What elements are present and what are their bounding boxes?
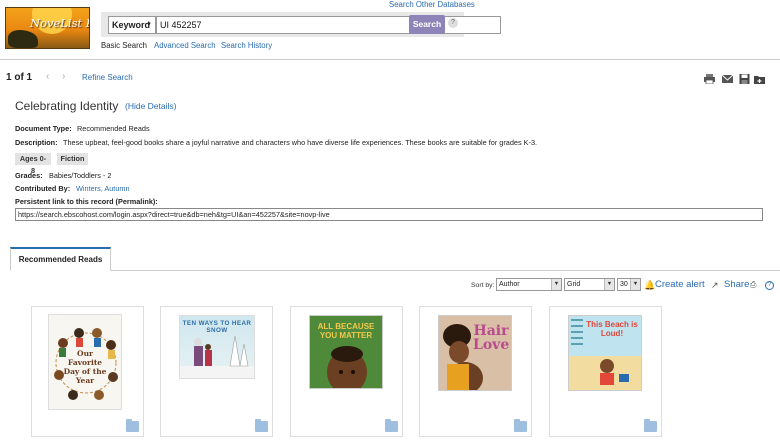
book-cover-image[interactable]: ALL BECAUSE YOU MATTER: [309, 315, 383, 389]
create-alert-link[interactable]: Create alert: [655, 279, 705, 290]
add-to-folder-icon[interactable]: [255, 419, 268, 432]
add-to-folder-icon[interactable]: [514, 419, 527, 432]
help-icon[interactable]: ?: [448, 18, 458, 28]
share-link[interactable]: Share: [724, 279, 749, 290]
view-select-value: Grid: [567, 281, 581, 288]
book-cover-image[interactable]: Our Favorite Day of the Year: [48, 314, 122, 410]
document-type-label: Document Type:: [15, 124, 72, 133]
result-page-count: 1 of 1: [6, 72, 33, 83]
grades-label: Grades:: [15, 171, 43, 180]
book-card[interactable]: This Beach is Loud!: [549, 306, 662, 437]
tab-recommended-reads[interactable]: Recommended Reads: [10, 247, 111, 271]
basic-search-link[interactable]: Basic Search: [101, 41, 147, 50]
book-card[interactable]: TEN WAYS TO HEAR SNOW: [160, 306, 273, 437]
bell-icon[interactable]: 🔔: [644, 280, 655, 290]
grades-value: Babies/Toddlers - 2: [49, 171, 112, 180]
chevron-down-icon: ▼: [146, 22, 152, 28]
book-cover-title: TEN WAYS TO HEAR SNOW: [182, 320, 252, 334]
novelist-plus-logo[interactable]: NoveList Plus: [5, 7, 90, 49]
search-field-select[interactable]: Keyword ▼: [108, 16, 156, 34]
advanced-search-link[interactable]: Advanced Search: [154, 41, 216, 50]
help-icon[interactable]: ?: [765, 281, 774, 290]
sort-select[interactable]: Author ▼: [496, 278, 562, 291]
app-header: NoveList Plus Search Other Databases Key…: [0, 0, 780, 60]
book-cover-title: Hair Love: [473, 323, 510, 353]
per-page-value: 30: [620, 281, 628, 288]
sort-by-label: Sort by:: [471, 282, 495, 289]
book-cover-title: ALL BECAUSE YOU MATTER: [317, 322, 375, 340]
previous-result-icon[interactable]: ‹: [46, 71, 49, 82]
email-icon[interactable]: [722, 74, 733, 84]
book-card[interactable]: Hair Love: [419, 306, 532, 437]
book-card[interactable]: Our Favorite Day of the Year: [31, 306, 144, 437]
refine-search-link[interactable]: Refine Search: [82, 73, 133, 82]
hide-details-link[interactable]: (Hide Details): [125, 101, 177, 111]
per-page-select[interactable]: 30 ▼: [617, 278, 641, 291]
tab-bar-divider: [10, 270, 780, 271]
age-badge[interactable]: Ages 0-8: [15, 153, 51, 175]
genre-badge[interactable]: Fiction: [57, 153, 88, 165]
print-icon[interactable]: [704, 74, 715, 84]
logo-text: NoveList Plus: [30, 16, 89, 30]
add-to-folder-icon[interactable]: [754, 74, 765, 84]
description-value: These upbeat, feel-good books share a jo…: [63, 138, 538, 147]
share-icon[interactable]: ↗: [711, 280, 722, 290]
contributor-link[interactable]: Winters, Autumn: [76, 184, 130, 193]
add-to-folder-icon[interactable]: [126, 419, 139, 432]
logo-tree-graphic: [8, 30, 38, 48]
chevron-down-icon: ▼: [551, 279, 561, 290]
description-label: Description:: [15, 138, 58, 147]
add-to-folder-icon[interactable]: [644, 419, 657, 432]
view-select[interactable]: Grid ▼: [564, 278, 615, 291]
chevron-down-icon: ▼: [604, 279, 614, 290]
search-button[interactable]: Search: [409, 15, 445, 34]
book-cover-title: Our Favorite Day of the Year: [63, 349, 107, 385]
search-history-link[interactable]: Search History: [221, 41, 272, 50]
book-cover-image[interactable]: This Beach is Loud!: [568, 315, 642, 391]
permalink-label: Persistent link to this record (Permalin…: [15, 197, 158, 206]
book-cover-image[interactable]: Hair Love: [438, 315, 512, 391]
contributed-by-label: Contributed By:: [15, 184, 71, 193]
book-cover-title: This Beach is Loud!: [586, 320, 638, 338]
next-result-icon[interactable]: ›: [62, 71, 65, 82]
book-card[interactable]: ALL BECAUSE YOU MATTER: [290, 306, 403, 437]
document-type-value: Recommended Reads: [77, 124, 150, 133]
book-cover-image[interactable]: TEN WAYS TO HEAR SNOW: [179, 315, 255, 379]
search-field-value: Keyword: [112, 20, 151, 30]
save-icon[interactable]: [739, 74, 750, 84]
add-to-folder-icon[interactable]: [385, 419, 398, 432]
permalink-field[interactable]: https://search.ebscohost.com/login.aspx?…: [15, 208, 763, 221]
print-icon[interactable]: ⎙: [750, 280, 761, 290]
search-other-databases-link[interactable]: Search Other Databases: [389, 0, 475, 9]
record-title: Celebrating Identity: [15, 99, 119, 113]
chevron-down-icon: ▼: [630, 279, 640, 290]
sort-select-value: Author: [499, 281, 520, 288]
